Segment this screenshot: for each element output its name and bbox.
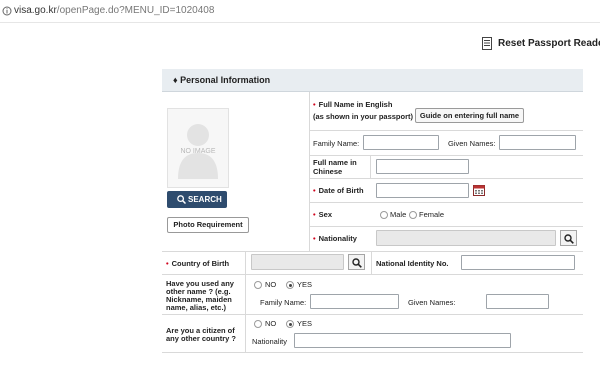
url-host: visa.go.kr: [14, 5, 57, 16]
sex-female-radio[interactable]: [409, 211, 417, 219]
search-icon: [352, 258, 362, 268]
chinese-name-label-2: Chinese: [313, 167, 343, 176]
divider: [245, 251, 246, 352]
country-of-birth-input[interactable]: [251, 254, 344, 270]
divider: [309, 92, 310, 252]
sex-male-label: Male: [390, 210, 407, 219]
other-name-no-radio[interactable]: [254, 281, 262, 289]
divider: [370, 155, 371, 178]
chinese-name-input[interactable]: [376, 159, 469, 174]
other-citizen-yes-label: YES: [297, 319, 313, 328]
document-icon: [482, 37, 492, 50]
other-citizen-no-label: NO: [265, 319, 277, 328]
country-of-birth-search-button[interactable]: [348, 254, 365, 270]
other-given-names-label: Given Names:: [408, 298, 456, 307]
sex-label: • Sex: [313, 210, 332, 219]
other-name-yes-label: YES: [297, 280, 313, 289]
divider: [309, 202, 583, 203]
other-citizen-yes-radio[interactable]: [286, 320, 294, 328]
national-id-input[interactable]: [461, 255, 575, 270]
full-name-label: • Full Name in English: [313, 100, 393, 109]
divider: [309, 226, 583, 227]
reset-label: Reset Passport Reader: [498, 38, 600, 49]
other-nationality-label: Nationality: [252, 337, 288, 346]
divider: [309, 130, 583, 131]
url-path: /openPage.do?MENU_ID=1020408: [56, 5, 215, 16]
section-header: ♦ Personal Information: [162, 69, 583, 92]
search-label: SEARCH: [188, 195, 222, 204]
sex-female-label: Female: [419, 210, 445, 219]
other-citizen-question-2: any other country ?: [166, 334, 237, 343]
other-name-question-4: name, alias, etc.): [166, 303, 227, 312]
full-name-sublabel: (as shown in your passport): [313, 112, 414, 121]
other-name-yes-radio[interactable]: [286, 281, 294, 289]
calendar-icon[interactable]: [473, 184, 485, 196]
info-icon[interactable]: [2, 6, 12, 16]
guide-full-name-button[interactable]: Guide on entering full name: [415, 108, 524, 123]
nationality-input[interactable]: [376, 230, 556, 246]
divider: [309, 155, 583, 156]
nationality-search-button[interactable]: [560, 230, 577, 246]
divider: [162, 352, 583, 353]
divider: [371, 251, 372, 274]
search-icon: [564, 234, 574, 244]
reset-passport-reader-link[interactable]: Reset Passport Reader: [482, 37, 600, 51]
national-id-label: National Identity No.: [376, 259, 449, 268]
country-of-birth-label: • Country of Birth: [166, 259, 230, 268]
nationality-label: • Nationality: [313, 234, 357, 243]
divider: [162, 274, 583, 275]
other-name-no-label: NO: [265, 280, 277, 289]
given-names-label: Given Names:: [448, 139, 496, 148]
other-family-name-input[interactable]: [310, 294, 399, 309]
url-text[interactable]: visa.go.kr/openPage.do?MENU_ID=1020408: [14, 5, 214, 16]
address-bar[interactable]: visa.go.kr/openPage.do?MENU_ID=1020408: [0, 0, 600, 23]
chinese-name-label: Full name in: [313, 158, 357, 167]
section-title: ♦ Personal Information: [173, 75, 271, 85]
other-citizen-no-radio[interactable]: [254, 320, 262, 328]
no-image-text: NO IMAGE: [180, 148, 216, 155]
family-name-input[interactable]: [363, 135, 439, 150]
given-names-input[interactable]: [499, 135, 576, 150]
divider: [162, 251, 583, 252]
dob-label: • Date of Birth: [313, 186, 364, 195]
other-nationality-input[interactable]: [294, 333, 511, 348]
search-icon: [177, 195, 186, 204]
photo-requirement-button[interactable]: Photo Requirement: [167, 217, 249, 233]
family-name-label: Family Name:: [313, 139, 360, 148]
divider: [309, 178, 583, 179]
other-family-name-label: Family Name:: [260, 298, 307, 307]
other-given-names-input[interactable]: [486, 294, 549, 309]
sex-male-radio[interactable]: [380, 211, 388, 219]
dob-input[interactable]: [376, 183, 469, 198]
photo-search-button[interactable]: SEARCH: [167, 191, 227, 208]
photo-placeholder: NO IMAGE: [167, 108, 229, 188]
divider: [162, 314, 583, 315]
